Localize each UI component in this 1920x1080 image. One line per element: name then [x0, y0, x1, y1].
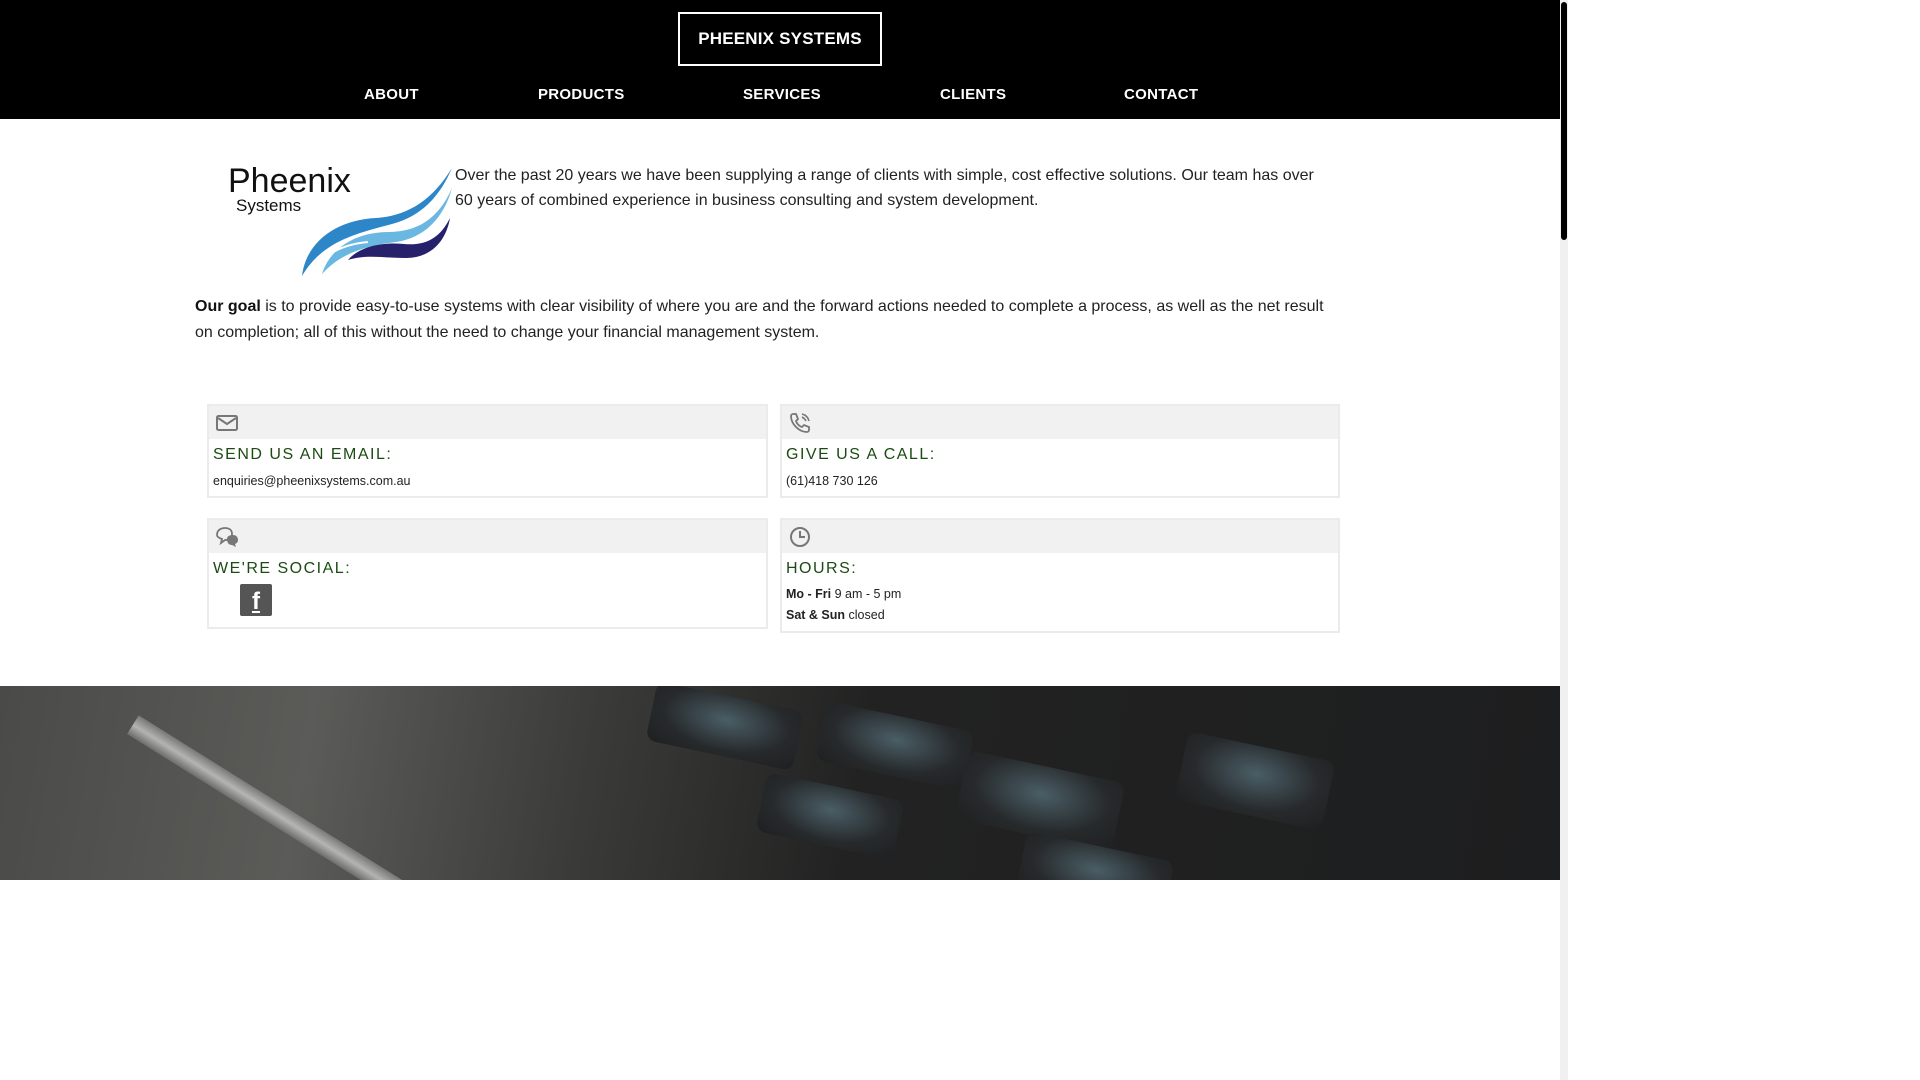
envelope-icon: [216, 415, 238, 431]
logo-wordmark: Pheenix: [228, 162, 351, 200]
hours-title: HOURS:: [786, 560, 858, 577]
hours-time: closed: [845, 608, 885, 622]
card-header-bar: [782, 406, 1338, 439]
card-header-bar: [209, 406, 766, 439]
phone-icon: [790, 413, 810, 433]
email-card: SEND US AN EMAIL: enquiries@pheenixsyste…: [207, 404, 768, 498]
goal-lead: Our goal: [195, 298, 261, 315]
hours-row-weekday: Mo - Fri 9 am - 5 pm: [786, 587, 901, 601]
clock-icon: [790, 527, 810, 547]
hours-days: Mo - Fri: [786, 587, 832, 601]
hero-key: [815, 701, 975, 791]
social-card: WE'RE SOCIAL: f: [207, 518, 768, 629]
phone-title: GIVE US A CALL:: [786, 446, 936, 463]
email-title: SEND US AN EMAIL:: [213, 446, 393, 463]
nav-products[interactable]: PRODUCTS: [538, 86, 625, 103]
keyboard-hero-image: [0, 686, 1560, 880]
hero-key: [645, 686, 805, 771]
hours-card: HOURS: Mo - Fri 9 am - 5 pm Sat & Sun cl…: [780, 518, 1340, 633]
nav-services[interactable]: SERVICES: [743, 86, 821, 103]
hours-days: Sat & Sun: [786, 608, 846, 622]
phone-link[interactable]: (61)418 730 126: [786, 474, 878, 488]
nav-about[interactable]: ABOUT: [364, 86, 419, 103]
goal-text: Our goal is to provide easy-to-use syste…: [195, 294, 1340, 346]
logo-subtitle: Systems: [236, 196, 301, 215]
brand-button[interactable]: PHEENIX SYSTEMS: [678, 12, 882, 66]
hero-key: [1174, 731, 1336, 831]
social-title: WE'RE SOCIAL:: [213, 560, 352, 577]
page-scrollbar[interactable]: [1560, 0, 1568, 1080]
hours-time: 9 am - 5 pm: [831, 587, 902, 601]
phone-card: GIVE US A CALL: (61)418 730 126: [780, 404, 1340, 498]
hero-key: [755, 772, 905, 860]
scrollbar-thumb[interactable]: [1561, 2, 1567, 240]
hero-light-stripe: [127, 715, 495, 880]
email-link[interactable]: enquiries@pheenixsystems.com.au: [213, 474, 411, 488]
hours-row-weekend: Sat & Sun closed: [786, 608, 885, 622]
card-header-bar: [782, 520, 1338, 553]
pheenix-logo: Pheenix Systems: [228, 162, 452, 276]
intro-text: Over the past 20 years we have been supp…: [455, 167, 1314, 209]
chat-bubbles-icon: [216, 527, 238, 547]
nav-contact[interactable]: CONTACT: [1124, 86, 1198, 103]
page: PHEENIX SYSTEMS ABOUT PRODUCTS SERVICES …: [0, 0, 1560, 1080]
nav-clients[interactable]: CLIENTS: [940, 86, 1006, 103]
goal-body: is to provide easy-to-use systems with c…: [195, 298, 1324, 341]
card-header-bar: [209, 520, 766, 553]
facebook-icon[interactable]: f: [240, 584, 272, 616]
site-header: PHEENIX SYSTEMS ABOUT PRODUCTS SERVICES …: [0, 0, 1560, 119]
